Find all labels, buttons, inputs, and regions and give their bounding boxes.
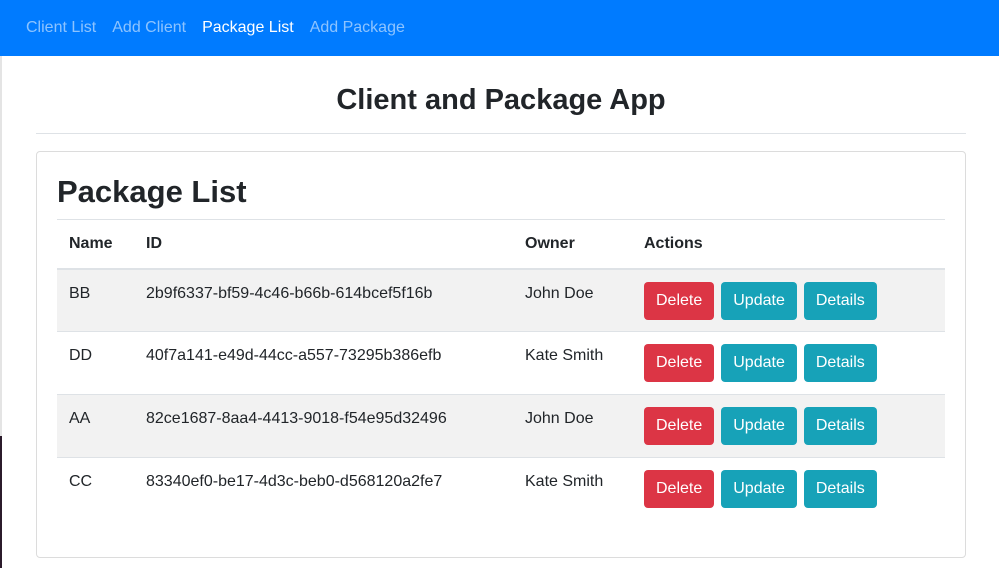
update-button[interactable]: Update: [721, 470, 797, 508]
cell-id: 2b9f6337-bf59-4c46-b66b-614bcef5f16b: [146, 284, 433, 302]
nav-link-add-package[interactable]: Add Package: [310, 16, 405, 40]
details-button[interactable]: Details: [803, 470, 877, 508]
details-button[interactable]: Details: [803, 407, 877, 445]
nav-link-package-list[interactable]: Package List: [202, 16, 294, 40]
top-navbar: Client List Add Client Package List Add …: [0, 0, 999, 56]
package-list-card: Package List Name ID Owner Actions BB 2b…: [36, 151, 966, 558]
cell-owner: John Doe: [525, 284, 594, 302]
delete-button[interactable]: Delete: [644, 407, 715, 445]
window-edge: [0, 56, 2, 568]
package-table: Name ID Owner Actions BB 2b9f6337-bf59-4…: [57, 219, 945, 521]
cell-actions: Delete Update Details: [632, 458, 945, 521]
table-header-row: Name ID Owner Actions: [57, 219, 945, 269]
column-header-name: Name: [69, 234, 113, 252]
details-button[interactable]: Details: [803, 344, 877, 382]
cell-actions: Delete Update Details: [632, 332, 945, 395]
cell-id: 40f7a141-e49d-44cc-a557-73295b386efb: [146, 347, 442, 364]
update-button[interactable]: Update: [721, 407, 797, 445]
cell-id: 83340ef0-be17-4d3c-beb0-d568120a2fe7: [146, 473, 443, 490]
nav-link-add-client[interactable]: Add Client: [112, 16, 186, 40]
column-header-id: ID: [146, 234, 162, 252]
cell-actions: Delete Update Details: [632, 269, 945, 332]
column-header-owner: Owner: [525, 234, 575, 252]
main-container: Client and Package App Package List Name…: [36, 56, 966, 558]
nav-link-client-list[interactable]: Client List: [26, 16, 96, 40]
cell-name: CC: [69, 473, 93, 490]
cell-name: BB: [69, 284, 91, 302]
column-header-actions: Actions: [644, 234, 703, 252]
app-title: Client and Package App: [336, 84, 666, 116]
table-row: CC 83340ef0-be17-4d3c-beb0-d568120a2fe7 …: [57, 458, 945, 521]
window-edge-dark: [0, 436, 2, 568]
cell-actions: Delete Update Details: [632, 395, 945, 458]
table-row: AA 82ce1687-8aa4-4413-9018-f54e95d32496 …: [57, 394, 945, 458]
cell-owner: Kate Smith: [525, 473, 604, 490]
cell-name: AA: [69, 410, 91, 427]
cell-owner: John Doe: [525, 410, 594, 427]
cell-id: 82ce1687-8aa4-4413-9018-f54e95d32496: [146, 410, 447, 427]
table-row: DD 40f7a141-e49d-44cc-a557-73295b386efb …: [57, 332, 945, 395]
update-button[interactable]: Update: [721, 344, 797, 382]
details-button[interactable]: Details: [803, 281, 877, 320]
delete-button[interactable]: Delete: [644, 281, 715, 320]
cell-owner: Kate Smith: [525, 347, 604, 364]
table-row: BB 2b9f6337-bf59-4c46-b66b-614bcef5f16b …: [57, 268, 945, 332]
update-button[interactable]: Update: [721, 281, 797, 320]
cell-name: DD: [69, 347, 93, 364]
package-list-title: Package List: [57, 174, 247, 209]
delete-button[interactable]: Delete: [644, 344, 715, 382]
title-divider: [36, 133, 966, 134]
delete-button[interactable]: Delete: [644, 470, 715, 508]
